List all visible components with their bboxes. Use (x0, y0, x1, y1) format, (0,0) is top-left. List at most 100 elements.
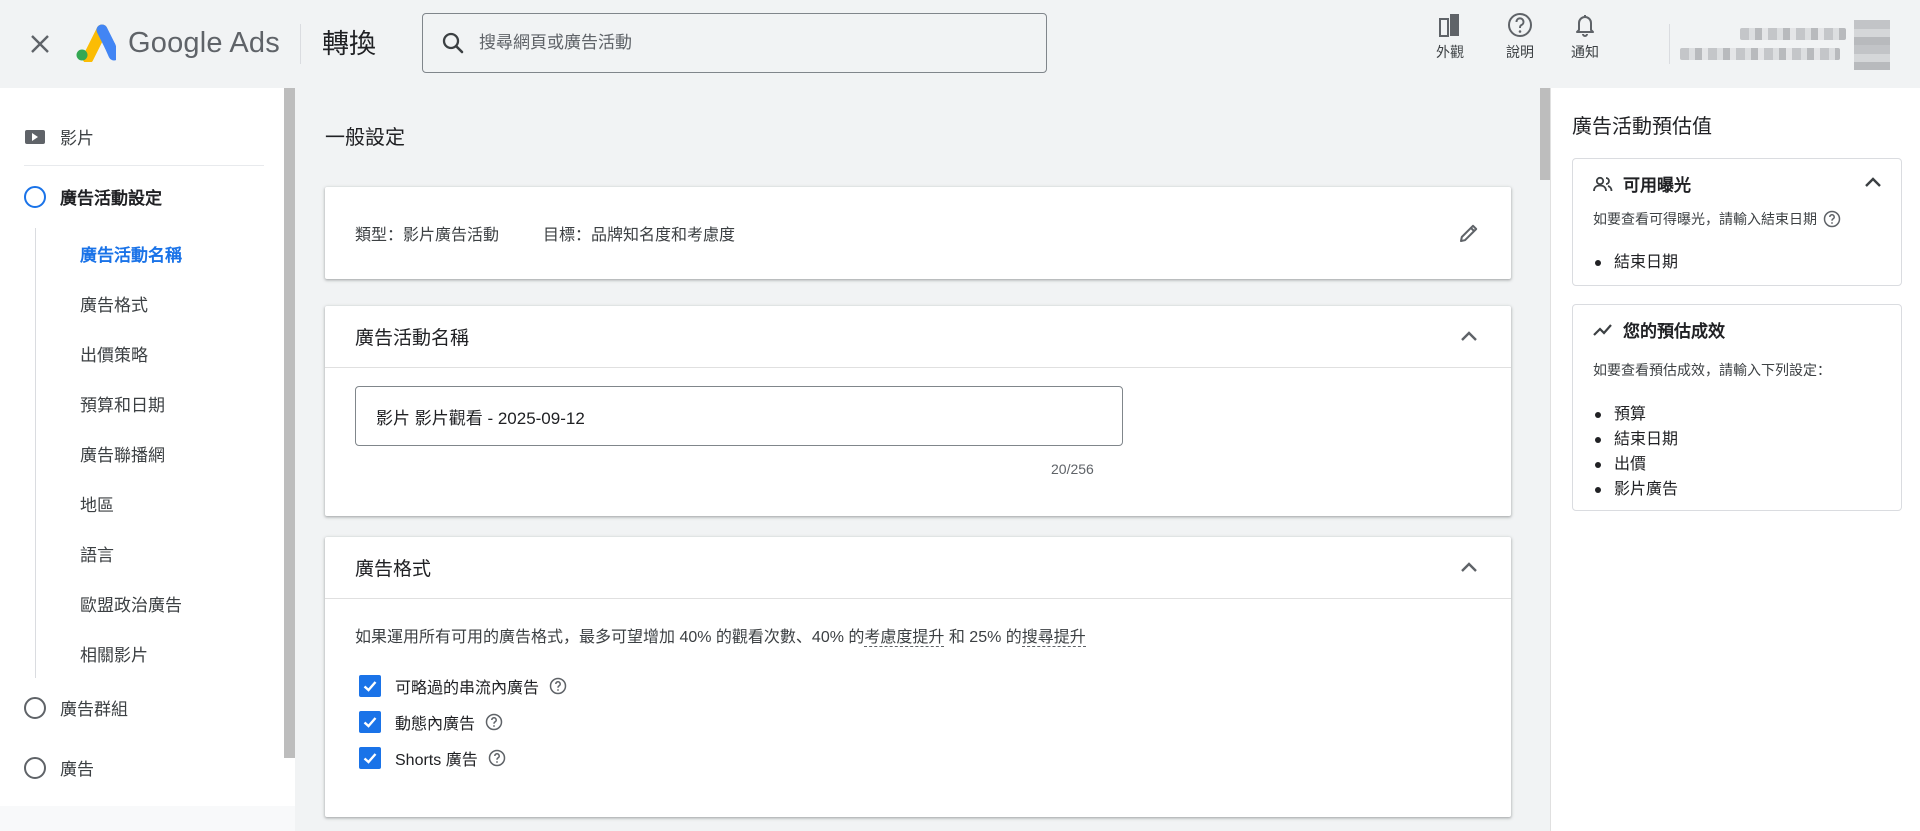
card-title: 可用曝光 (1623, 176, 1691, 195)
page-title: 轉換 (322, 29, 376, 59)
check-icon (363, 717, 377, 728)
format-option-in-feed[interactable]: 動態內廣告 (359, 710, 503, 734)
sidebar-sub-locations[interactable]: 地區 (80, 491, 114, 516)
list-item: 結束日期 (1593, 427, 1678, 452)
consideration-lift-link[interactable]: 考慮度提升 (864, 629, 945, 647)
edit-pencil-icon[interactable] (1457, 221, 1481, 245)
help-circle-icon[interactable] (485, 713, 503, 731)
checkbox-checked[interactable] (359, 711, 381, 733)
sidebar-item-label: 廣告活動設定 (60, 189, 162, 208)
trending-up-icon (1593, 323, 1612, 336)
sidebar-sub-languages[interactable]: 語言 (80, 541, 114, 566)
avatar[interactable] (1854, 20, 1890, 70)
ad-formats-description: 如果運用所有可用的廣告格式，最多可望增加 40% 的觀看次數、40% 的考慮度提… (355, 623, 1086, 647)
campaign-name-card: 廣告活動名稱 20/256 (325, 306, 1511, 516)
checkbox-checked[interactable] (359, 675, 381, 697)
card-title: 廣告格式 (355, 559, 432, 580)
performance-desc-text: 如要查看預估成效，請輸入下列設定： (1593, 362, 1831, 378)
chevron-up-icon[interactable] (1457, 325, 1481, 349)
ad-formats-card: 廣告格式 如果運用所有可用的廣告格式，最多可望增加 40% 的觀看次數、40% … (325, 537, 1511, 817)
sidebar-sub-budget-dates[interactable]: 預算和日期 (80, 391, 165, 416)
appearance-button[interactable]: 外觀 (1418, 12, 1482, 68)
account-name-blurred (1740, 28, 1846, 40)
format-option-shorts[interactable]: Shorts 廣告 (359, 746, 506, 770)
bell-icon (1576, 15, 1594, 37)
sidebar-scrollbar[interactable] (284, 88, 295, 758)
help-label: 說明 (1506, 44, 1534, 60)
sidebar-item-video[interactable]: 影片 (24, 124, 94, 149)
section-title: 一般設定 (325, 127, 405, 149)
help-circle-icon[interactable] (488, 749, 506, 767)
format-option-label: Shorts 廣告 (395, 752, 478, 769)
reach-desc-text: 如要查看可得曝光，請輸入結束日期 (1593, 211, 1817, 227)
check-icon (363, 681, 377, 692)
campaign-type-card: 類型：影片廣告活動 目標：品牌知名度和考慮度 (325, 187, 1511, 279)
notifications-label: 通知 (1571, 44, 1599, 60)
campaign-goal: 目標：品牌知名度和考慮度 (543, 227, 736, 244)
google-ads-logo-icon (76, 24, 116, 62)
campaign-type: 類型：影片廣告活動 (355, 227, 500, 244)
sidebar-tree-line (35, 228, 36, 678)
step-circle-icon (24, 696, 46, 719)
format-option-label: 可略過的串流內廣告 (395, 680, 540, 697)
help-button[interactable]: 說明 (1488, 12, 1552, 68)
desc-text: 和 25% 的 (944, 629, 1022, 646)
step-circle-icon (24, 756, 46, 779)
sidebar-sub-related-videos[interactable]: 相關影片 (80, 641, 148, 666)
sidebar-sub-ad-formats[interactable]: 廣告格式 (80, 291, 148, 316)
account-id-blurred (1680, 48, 1840, 60)
search-lift-link[interactable]: 搜尋提升 (1021, 629, 1086, 647)
step-circle-icon (24, 185, 46, 208)
chevron-up-icon[interactable] (1457, 556, 1481, 580)
sidebar-sub-eu-political-ads[interactable]: 歐盟政治廣告 (80, 591, 182, 616)
sidebar-item-campaign-settings[interactable]: 廣告活動設定 (24, 184, 162, 209)
campaign-name-header[interactable]: 廣告活動名稱 (325, 306, 1511, 368)
performance-header: 您的預估成效 (1593, 317, 1725, 342)
card-title: 廣告活動名稱 (355, 328, 470, 349)
estimates-title: 廣告活動預估值 (1572, 116, 1712, 138)
list-item: 影片廣告 (1593, 477, 1678, 502)
help-icon (1508, 13, 1532, 37)
google-ads-logo[interactable]: Google Ads (74, 22, 280, 64)
sidebar-item-ads[interactable]: 廣告 (24, 755, 94, 780)
people-icon (1593, 176, 1613, 191)
reach-description: 如要查看可得曝光，請輸入結束日期 (1593, 209, 1841, 229)
appearance-label: 外觀 (1436, 44, 1464, 60)
list-item: 結束日期 (1593, 250, 1678, 275)
sidebar-sub-campaign-name[interactable]: 廣告活動名稱 (80, 241, 182, 266)
help-circle-icon[interactable] (1823, 210, 1841, 228)
ad-formats-header[interactable]: 廣告格式 (325, 537, 1511, 599)
search-input[interactable] (479, 33, 999, 53)
sidebar-item-label: 影片 (60, 129, 94, 148)
campaign-name-input[interactable] (355, 386, 1123, 446)
top-bar: Google Ads 轉換 外觀 說明 通知 (0, 0, 1920, 88)
main-scrollbar[interactable] (1540, 88, 1550, 180)
chevron-up-icon[interactable] (1861, 171, 1885, 195)
format-option-skippable[interactable]: 可略過的串流內廣告 (359, 674, 567, 698)
available-reach-header: 可用曝光 (1593, 171, 1691, 196)
sidebar-sub-networks[interactable]: 廣告聯播網 (80, 441, 165, 466)
estimates-panel: 廣告活動預估值 可用曝光 如要查看可得曝光，請輸入結束日期 結束日期 您的預估成… (1550, 88, 1920, 831)
app-name: Google Ads (128, 26, 280, 59)
search-box[interactable] (422, 13, 1047, 73)
performance-description: 如要查看預估成效，請輸入下列設定： (1593, 360, 1831, 380)
available-reach-card: 可用曝光 如要查看可得曝光，請輸入結束日期 結束日期 (1572, 158, 1902, 286)
check-icon (363, 753, 377, 764)
help-circle-icon[interactable] (549, 677, 567, 695)
notifications-button[interactable]: 通知 (1553, 12, 1617, 68)
video-camera-icon (25, 129, 45, 144)
search-icon (442, 32, 464, 54)
checkbox-checked[interactable] (359, 747, 381, 769)
header-divider (300, 24, 301, 64)
account-switcher[interactable] (1680, 20, 1910, 72)
main-content: 一般設定 類型：影片廣告活動 目標：品牌知名度和考慮度 廣告活動名稱 20/25… (295, 88, 1550, 831)
format-option-label: 動態內廣告 (395, 716, 476, 733)
sidebar-item-label: 廣告群組 (60, 700, 128, 719)
left-nav: 影片 廣告活動設定 廣告活動名稱 廣告格式 出價策略 預算和日期 廣告聯播網 地… (0, 88, 295, 831)
list-item: 出價 (1593, 452, 1678, 477)
list-item: 預算 (1593, 402, 1678, 427)
sidebar-footer (0, 806, 295, 831)
sidebar-item-ad-groups[interactable]: 廣告群組 (24, 695, 128, 720)
sidebar-sub-bidding[interactable]: 出價策略 (80, 341, 148, 366)
close-icon[interactable] (22, 26, 58, 62)
